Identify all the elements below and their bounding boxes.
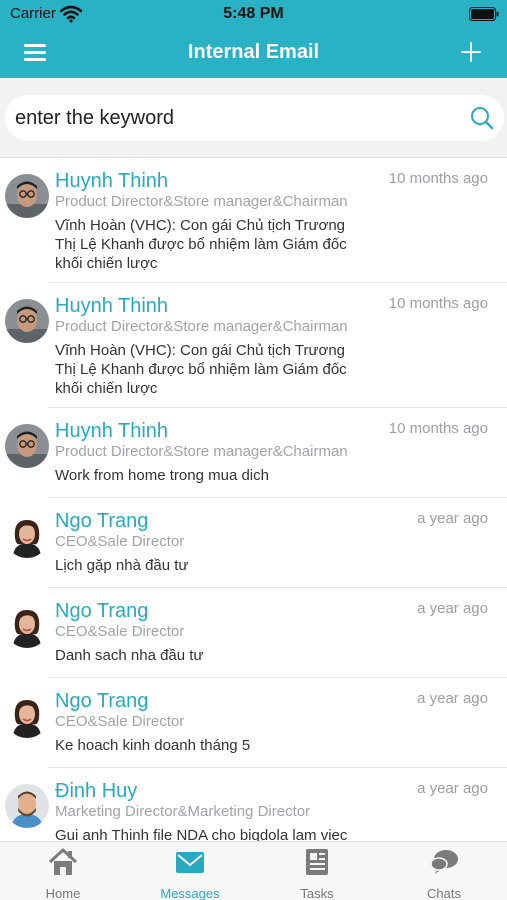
- sender-name: Ngo Trang: [55, 600, 149, 622]
- sender-role: Product Director&Store manager&Chairman: [55, 318, 348, 335]
- sender-name: Đinh Huy: [55, 780, 138, 802]
- page-title: Internal Email: [187, 41, 320, 63]
- message-preview: Ke hoach kinh doanh tháng 5: [55, 737, 251, 754]
- sender-name: Huynh Thinh: [55, 295, 169, 317]
- tab-label: Chats: [427, 886, 461, 900]
- message-item[interactable]: Huynh Thinh 10 months ago Product Director…: [0, 283, 507, 408]
- search-input[interactable]: [15, 95, 455, 141]
- nav-bar: Internal Email: [0, 30, 507, 78]
- message-time: 10 months ago: [388, 295, 488, 312]
- sender-role: CEO&Sale Director: [55, 533, 185, 550]
- avatar: [5, 174, 49, 218]
- avatar: [5, 514, 49, 558]
- tab-home[interactable]: Home: [0, 842, 126, 900]
- message-item[interactable]: Ngo Trang a year ago CEO&Sale Director Danh…: [0, 588, 507, 678]
- plus-icon[interactable]: [459, 40, 483, 64]
- search-bar: [0, 78, 507, 158]
- message-preview: Vĩnh Hoàn (VHC): Con gái Chủ tịch Trương…: [55, 217, 347, 272]
- search-box: [5, 95, 504, 141]
- message-preview: Work from home trong mua dich: [55, 467, 269, 484]
- status-time: 5:48 PM: [223, 5, 284, 22]
- avatar: [5, 784, 49, 828]
- message-preview: Vĩnh Hoàn (VHC): Con gái Chủ tịch Trương…: [55, 342, 347, 397]
- message-time: a year ago: [417, 780, 488, 797]
- status-bar: Carrier 5:48 PM: [0, 0, 507, 30]
- sender-name: Huynh Thinh: [55, 170, 169, 192]
- message-preview: Lịch gặp nhà đầu tư: [55, 557, 189, 574]
- search-icon[interactable]: [470, 106, 494, 130]
- avatar: [5, 424, 49, 468]
- avatar: [5, 299, 49, 343]
- sender-role: Product Director&Store manager&Chairman: [55, 443, 348, 460]
- message-time: a year ago: [417, 690, 488, 707]
- avatar: [5, 694, 49, 738]
- message-preview: Gui anh Thinh file NDA cho bigdola lam v…: [55, 827, 348, 841]
- tab-label: Home: [45, 886, 81, 900]
- sender-name: Huynh Thinh: [55, 420, 169, 442]
- message-time: a year ago: [417, 600, 488, 617]
- message-item[interactable]: Đinh Huy a year ago Marketing Director&Mar…: [0, 768, 507, 841]
- message-time: 10 months ago: [388, 170, 488, 187]
- sender-role: CEO&Sale Director: [55, 623, 185, 640]
- sender-name: Ngo Trang: [55, 690, 149, 712]
- message-preview: Danh sach nha đầu tư: [55, 647, 204, 664]
- message-item[interactable]: Ngo Trang a year ago CEO&Sale Director Lịch…: [0, 498, 507, 588]
- tab-messages[interactable]: Messages: [127, 842, 253, 900]
- sender-role: Marketing Director&Marketing Director: [55, 803, 311, 820]
- sender-role: CEO&Sale Director: [55, 713, 185, 730]
- tab-chats[interactable]: Chats: [381, 842, 507, 900]
- tab-tasks[interactable]: Tasks: [254, 842, 380, 900]
- tab-label: Tasks: [300, 886, 334, 900]
- tab-bar: Home Messages Tasks Chats: [0, 841, 507, 900]
- battery-icon: [469, 7, 499, 21]
- sender-name: Ngo Trang: [55, 510, 149, 532]
- tab-label: Messages: [160, 886, 220, 900]
- sender-role: Product Director&Store manager&Chairman: [55, 193, 348, 210]
- message-item[interactable]: Huynh Thinh 10 months ago Product Director…: [0, 158, 507, 283]
- message-item[interactable]: Huynh Thinh 10 months ago Product Director…: [0, 408, 507, 498]
- message-time: a year ago: [417, 510, 488, 527]
- message-list: Huynh Thinh 10 months ago Product Director…: [0, 158, 507, 841]
- message-item[interactable]: Ngo Trang a year ago CEO&Sale Director Ke h…: [0, 678, 507, 768]
- avatar: [5, 604, 49, 648]
- message-time: 10 months ago: [388, 420, 488, 437]
